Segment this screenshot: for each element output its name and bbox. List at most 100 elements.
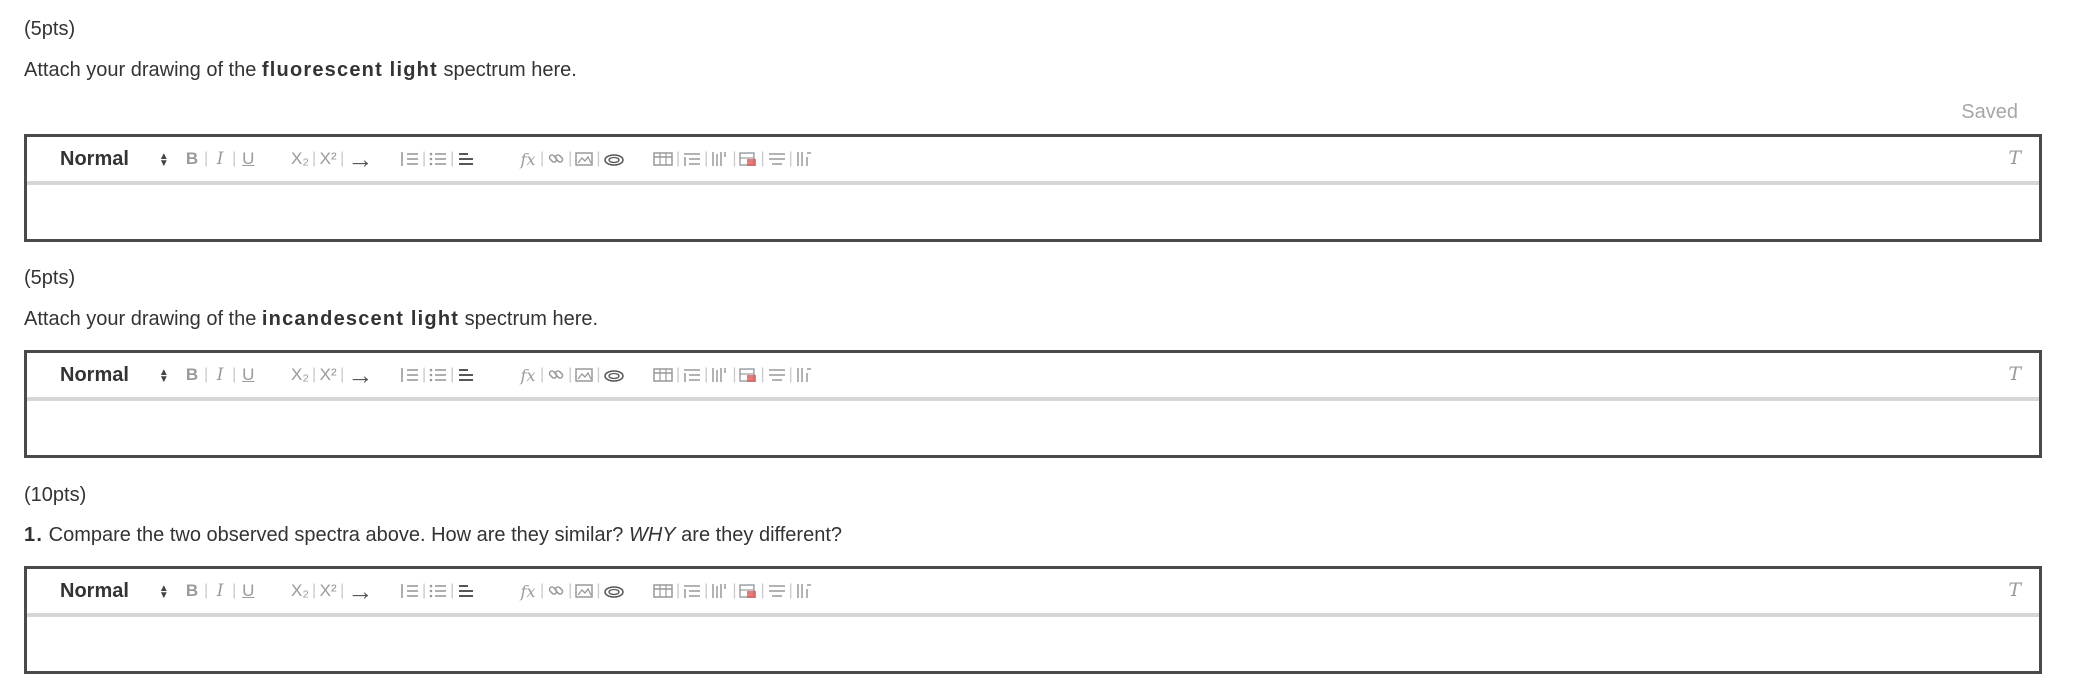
prompt-text: spectrum here.	[459, 308, 599, 330]
question-number: 1.	[24, 524, 44, 546]
formula-button[interactable]: 𝑓x	[519, 364, 537, 386]
question-2-points: (5pts)	[24, 267, 76, 289]
insert-group: 𝑓x | | |	[519, 137, 625, 181]
align-left-icon[interactable]	[457, 148, 475, 170]
table-icon[interactable]	[653, 580, 673, 602]
text-style-group: B | I | U	[183, 137, 257, 181]
clear-format-icon[interactable]: T	[2008, 579, 2021, 601]
delete-column-icon[interactable]	[796, 148, 814, 170]
arrow-insert-button[interactable]: →	[347, 576, 373, 606]
link-icon[interactable]	[547, 148, 565, 170]
formula-button[interactable]: 𝑓x	[519, 580, 537, 602]
editor-3: Normal ▲ ▼ B | I | U X₂ | X² | → | | 𝑓x | | | |…	[24, 566, 2042, 674]
clear-format-icon[interactable]: T	[2008, 363, 2021, 385]
clear-format-icon[interactable]: T	[2008, 147, 2021, 169]
table-icon[interactable]	[653, 364, 673, 386]
delete-row-icon[interactable]	[768, 148, 786, 170]
superscript-button[interactable]: X²	[319, 148, 337, 170]
delete-table-icon[interactable]	[739, 148, 757, 170]
bold-button[interactable]: B	[183, 580, 201, 602]
format-select-label: Normal	[60, 148, 129, 170]
bullet-list-icon[interactable]	[429, 364, 447, 386]
prompt-bold-text: fluorescent light	[261, 59, 438, 81]
insert-row-icon[interactable]	[683, 364, 701, 386]
insert-column-icon[interactable]	[711, 148, 729, 170]
superscript-button[interactable]: X²	[319, 364, 337, 386]
chevron-updown-icon: ▲ ▼	[158, 582, 169, 601]
text-style-group: B | I | U	[183, 353, 257, 397]
subscript-button[interactable]: X₂	[291, 148, 309, 170]
delete-row-icon[interactable]	[768, 580, 786, 602]
delete-table-icon[interactable]	[739, 580, 757, 602]
subscript-button[interactable]: X₂	[291, 364, 309, 386]
superscript-button[interactable]: X²	[319, 580, 337, 602]
arrow-insert-button[interactable]: →	[347, 360, 373, 390]
prompt-text: spectrum here.	[437, 59, 577, 81]
table-group: | | | | |	[653, 353, 814, 397]
bold-button[interactable]: B	[183, 364, 201, 386]
bullet-list-icon[interactable]	[429, 148, 447, 170]
delete-table-icon[interactable]	[739, 364, 757, 386]
underline-button[interactable]: U	[239, 148, 257, 170]
align-left-icon[interactable]	[457, 364, 475, 386]
editor-2: Normal ▲ ▼ B | I | U X₂ | X² | → | | 𝑓x | | | |…	[24, 350, 2042, 458]
insert-group: 𝑓x | | |	[519, 569, 625, 613]
delete-row-icon[interactable]	[768, 364, 786, 386]
editor-content[interactable]	[27, 621, 2039, 671]
link-icon[interactable]	[547, 580, 565, 602]
bold-button[interactable]: B	[183, 148, 201, 170]
attachment-icon[interactable]	[603, 148, 625, 170]
prompt-italic-text: WHY	[628, 524, 676, 546]
insert-column-icon[interactable]	[711, 580, 729, 602]
image-icon[interactable]	[575, 148, 594, 170]
delete-column-icon[interactable]	[796, 364, 814, 386]
question-3-points: (10pts)	[24, 484, 87, 506]
list-group: | |	[401, 569, 475, 613]
chevron-updown-icon: ▲ ▼	[158, 150, 169, 169]
subscript-button[interactable]: X₂	[291, 580, 309, 602]
prompt-text: Compare the two observed spectra above. …	[43, 524, 629, 546]
prompt-bold-text: incandescent light	[261, 308, 460, 330]
chevron-updown-icon: ▲ ▼	[158, 366, 169, 385]
arrow-insert-button[interactable]: →	[347, 144, 373, 174]
align-left-icon[interactable]	[457, 580, 475, 602]
editor-content[interactable]	[27, 405, 2039, 455]
format-select[interactable]: Normal ▲ ▼	[60, 148, 169, 171]
question-2-prompt: Attach your drawing of the incandescent …	[24, 308, 598, 331]
script-group: X₂ | X² | →	[291, 575, 374, 606]
question-1-points: (5pts)	[24, 18, 76, 40]
editor-1: Normal ▲ ▼ B | I | U X₂ | X² | → | | 𝑓x | | | |…	[24, 134, 2042, 242]
bullet-list-icon[interactable]	[429, 580, 447, 602]
italic-button[interactable]: I	[211, 148, 229, 170]
insert-row-icon[interactable]	[683, 148, 701, 170]
table-icon[interactable]	[653, 148, 673, 170]
italic-button[interactable]: I	[211, 580, 229, 602]
underline-button[interactable]: U	[239, 364, 257, 386]
editor-toolbar: Normal ▲ ▼ B | I | U X₂ | X² | → | | 𝑓x | | | |…	[27, 137, 2039, 185]
insert-row-icon[interactable]	[683, 580, 701, 602]
italic-button[interactable]: I	[211, 364, 229, 386]
attachment-icon[interactable]	[603, 580, 625, 602]
link-icon[interactable]	[547, 364, 565, 386]
insert-column-icon[interactable]	[711, 364, 729, 386]
image-icon[interactable]	[575, 364, 594, 386]
ordered-list-icon[interactable]	[401, 364, 419, 386]
editor-toolbar: Normal ▲ ▼ B | I | U X₂ | X² | → | | 𝑓x | | | |…	[27, 569, 2039, 617]
editor-toolbar: Normal ▲ ▼ B | I | U X₂ | X² | → | | 𝑓x | | | |…	[27, 353, 2039, 401]
format-select-label: Normal	[60, 580, 129, 602]
delete-column-icon[interactable]	[796, 580, 814, 602]
format-select[interactable]: Normal ▲ ▼	[60, 364, 169, 387]
saved-status: Saved	[1961, 101, 2018, 123]
question-1-prompt: Attach your drawing of the fluorescent l…	[24, 59, 577, 82]
table-group: | | | | |	[653, 137, 814, 181]
ordered-list-icon[interactable]	[401, 148, 419, 170]
insert-group: 𝑓x | | |	[519, 353, 625, 397]
attachment-icon[interactable]	[603, 364, 625, 386]
underline-button[interactable]: U	[239, 580, 257, 602]
editor-content[interactable]	[27, 189, 2039, 239]
format-select[interactable]: Normal ▲ ▼	[60, 580, 169, 603]
formula-button[interactable]: 𝑓x	[519, 148, 537, 170]
image-icon[interactable]	[575, 580, 594, 602]
ordered-list-icon[interactable]	[401, 580, 419, 602]
format-select-label: Normal	[60, 364, 129, 386]
